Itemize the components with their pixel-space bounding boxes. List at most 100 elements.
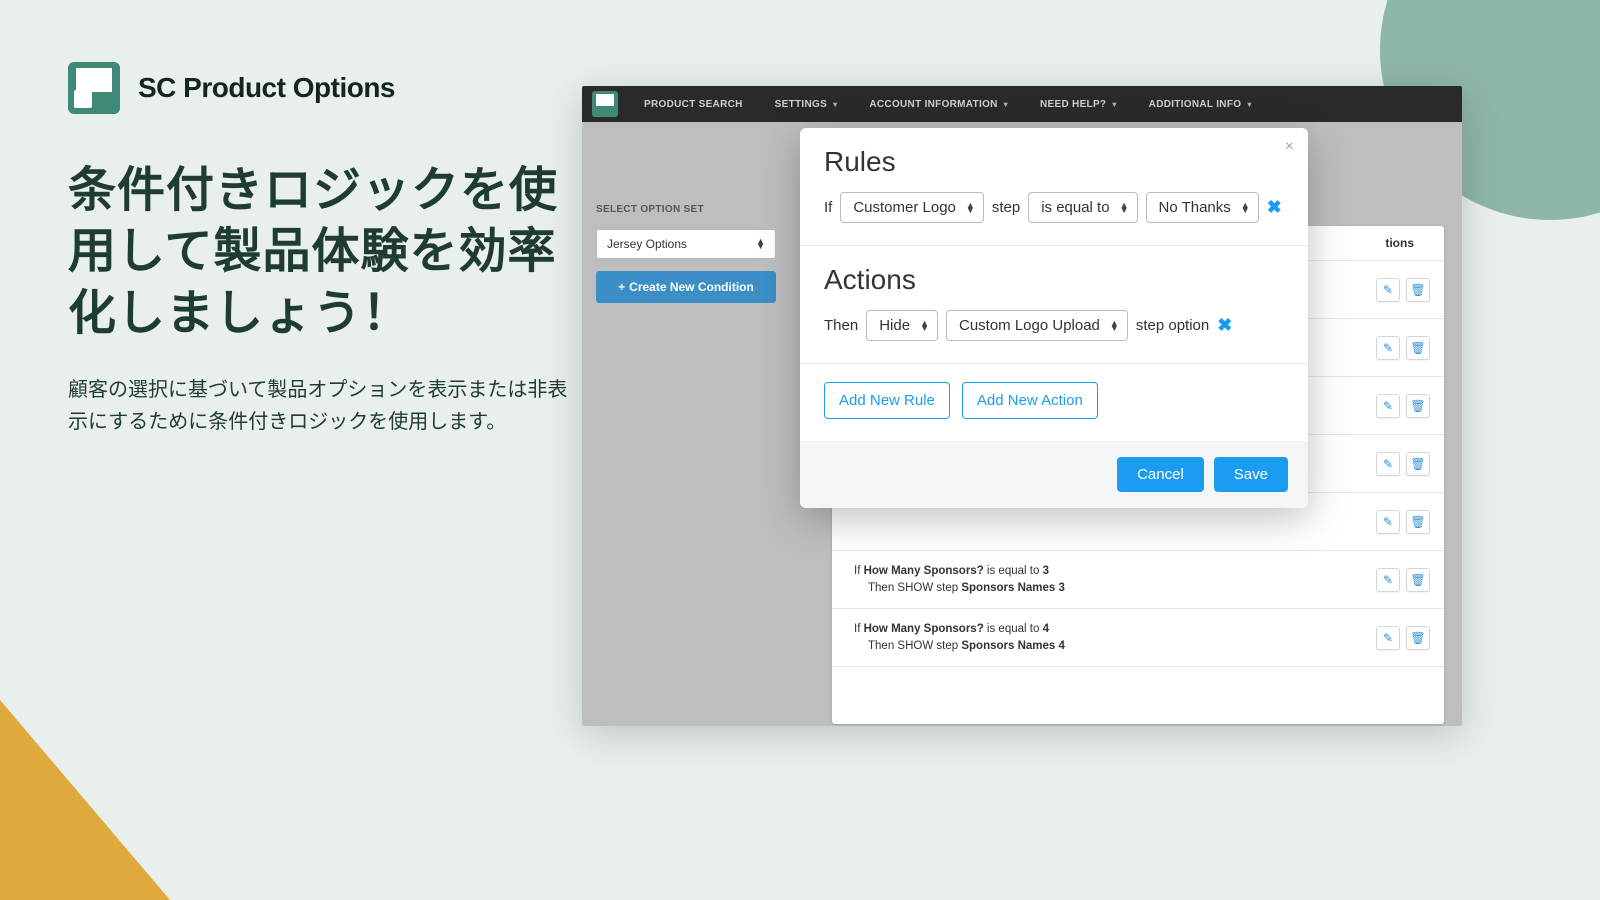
condition-text — [854, 687, 857, 704]
updown-icon: ▲▼ — [1241, 203, 1250, 213]
delete-condition-button[interactable]: 🗑 — [1406, 394, 1430, 418]
actions-column-header: tions — [1385, 236, 1414, 250]
delete-condition-button[interactable]: 🗑 — [1406, 278, 1430, 302]
edit-condition-button[interactable]: ✎ — [1376, 336, 1400, 360]
rule-field-select[interactable]: Customer Logo ▲▼ — [840, 192, 983, 223]
action-row: Then Hide ▲▼ Custom Logo Upload ▲▼ step … — [824, 310, 1284, 341]
action-verb-value: Hide — [879, 317, 910, 334]
app-screenshot-frame: PRODUCT SEARCH SETTINGS ▾ ACCOUNT INFORM… — [582, 86, 1462, 726]
trash-icon: 🗑 — [1410, 399, 1425, 413]
pencil-icon: ✎ — [1383, 341, 1393, 355]
save-label: Save — [1234, 466, 1268, 483]
pencil-icon: ✎ — [1383, 515, 1393, 529]
remove-rule-button[interactable]: ✖ — [1267, 197, 1282, 218]
pencil-icon: ✎ — [1383, 399, 1393, 413]
nav-label: ADDITIONAL INFO — [1149, 99, 1242, 110]
nav-label: SETTINGS — [775, 99, 827, 110]
add-buttons-row: Add New Rule Add New Action — [800, 364, 1308, 441]
add-rule-label: Add New Rule — [839, 392, 935, 409]
trash-icon: 🗑 — [1410, 515, 1425, 529]
updown-icon: ▲▼ — [920, 321, 929, 331]
nav-label: PRODUCT SEARCH — [644, 99, 743, 110]
close-modal-button[interactable]: × — [1285, 138, 1294, 156]
rules-section: Rules If Customer Logo ▲▼ step is equal … — [800, 128, 1308, 245]
condition-text: If How Many Sponsors? is equal to 3 Then… — [854, 563, 1065, 596]
trash-icon: 🗑 — [1410, 341, 1425, 355]
remove-icon: ✖ — [1267, 197, 1282, 217]
step-label: step — [992, 199, 1020, 216]
trash-icon: 🗑 — [1410, 573, 1425, 587]
remove-icon: ✖ — [1217, 315, 1232, 335]
trash-icon: 🗑 — [1410, 283, 1425, 297]
nav-product-search[interactable]: PRODUCT SEARCH — [630, 93, 757, 116]
trash-icon: 🗑 — [1410, 631, 1425, 645]
pencil-icon: ✎ — [1383, 283, 1393, 297]
condition-row: If How Many Sponsors? is equal to 3 Then… — [832, 550, 1444, 608]
rule-value-select[interactable]: No Thanks ▲▼ — [1146, 192, 1259, 223]
delete-condition-button[interactable]: 🗑 — [1406, 626, 1430, 650]
trash-icon: 🗑 — [1410, 457, 1425, 471]
pencil-icon: ✎ — [1383, 573, 1393, 587]
cancel-button[interactable]: Cancel — [1117, 457, 1204, 492]
edit-condition-button[interactable]: ✎ — [1376, 510, 1400, 534]
pencil-icon: ✎ — [1383, 631, 1393, 645]
pencil-icon: ✎ — [1383, 457, 1393, 471]
action-verb-select[interactable]: Hide ▲▼ — [866, 310, 938, 341]
option-set-select[interactable]: Jersey Options ▲▼ — [596, 229, 776, 259]
condition-text — [854, 513, 857, 530]
left-sidebar: SELECT OPTION SET Jersey Options ▲▼ + Cr… — [582, 122, 790, 726]
option-set-value: Jersey Options — [607, 237, 687, 251]
brand-row: SC Product Options — [68, 62, 568, 114]
add-new-action-button[interactable]: Add New Action — [962, 382, 1098, 419]
chevron-down-icon: ▾ — [1112, 100, 1116, 109]
add-new-rule-button[interactable]: Add New Rule — [824, 382, 950, 419]
updown-icon: ▲▼ — [756, 239, 765, 249]
nav-label: ACCOUNT INFORMATION — [869, 99, 997, 110]
chevron-down-icon: ▾ — [1004, 100, 1008, 109]
nav-additional-info[interactable]: ADDITIONAL INFO ▾ — [1135, 93, 1266, 116]
action-target-select[interactable]: Custom Logo Upload ▲▼ — [946, 310, 1128, 341]
step-option-label: step option — [1136, 317, 1209, 334]
nav-settings[interactable]: SETTINGS ▾ — [761, 93, 852, 116]
chevron-down-icon: ▾ — [833, 100, 837, 109]
if-label: If — [824, 199, 832, 216]
updown-icon: ▲▼ — [1110, 321, 1119, 331]
rules-modal: × Rules If Customer Logo ▲▼ step is equa… — [800, 128, 1308, 508]
brand-name: SC Product Options — [138, 72, 395, 104]
edit-condition-button[interactable]: ✎ — [1376, 452, 1400, 476]
actions-heading: Actions — [824, 264, 1284, 296]
select-option-set-label: SELECT OPTION SET — [596, 204, 776, 215]
chevron-down-icon: ▾ — [1247, 100, 1251, 109]
edit-condition-button[interactable]: ✎ — [1376, 394, 1400, 418]
condition-row — [832, 666, 1444, 724]
delete-condition-button[interactable]: 🗑 — [1406, 452, 1430, 476]
close-icon: × — [1285, 138, 1294, 155]
add-action-label: Add New Action — [977, 392, 1083, 409]
nav-account-information[interactable]: ACCOUNT INFORMATION ▾ — [855, 93, 1022, 116]
condition-row: If How Many Sponsors? is equal to 4 Then… — [832, 608, 1444, 666]
remove-action-button[interactable]: ✖ — [1217, 315, 1232, 336]
then-label: Then — [824, 317, 858, 334]
create-new-condition-button[interactable]: + Create New Condition — [596, 271, 776, 303]
save-button[interactable]: Save — [1214, 457, 1288, 492]
rule-row: If Customer Logo ▲▼ step is equal to ▲▼ … — [824, 192, 1284, 223]
edit-condition-button[interactable]: ✎ — [1376, 278, 1400, 302]
nav-need-help[interactable]: NEED HELP? ▾ — [1026, 93, 1131, 116]
edit-condition-button[interactable]: ✎ — [1376, 626, 1400, 650]
modal-footer: Cancel Save — [800, 441, 1308, 508]
rule-relation-select[interactable]: is equal to ▲▼ — [1028, 192, 1137, 223]
app-logo-icon — [592, 91, 618, 117]
edit-condition-button[interactable]: ✎ — [1376, 568, 1400, 592]
updown-icon: ▲▼ — [1120, 203, 1129, 213]
plus-icon: + — [618, 280, 625, 294]
actions-section: Actions Then Hide ▲▼ Custom Logo Upload … — [800, 246, 1308, 363]
decorative-triangle — [0, 700, 170, 900]
delete-condition-button[interactable]: 🗑 — [1406, 336, 1430, 360]
rule-compare-value: No Thanks — [1159, 199, 1231, 216]
updown-icon: ▲▼ — [966, 203, 975, 213]
brand-logo-icon — [68, 62, 120, 114]
delete-condition-button[interactable]: 🗑 — [1406, 510, 1430, 534]
nav-label: NEED HELP? — [1040, 99, 1106, 110]
rules-heading: Rules — [824, 146, 1284, 178]
delete-condition-button[interactable]: 🗑 — [1406, 568, 1430, 592]
